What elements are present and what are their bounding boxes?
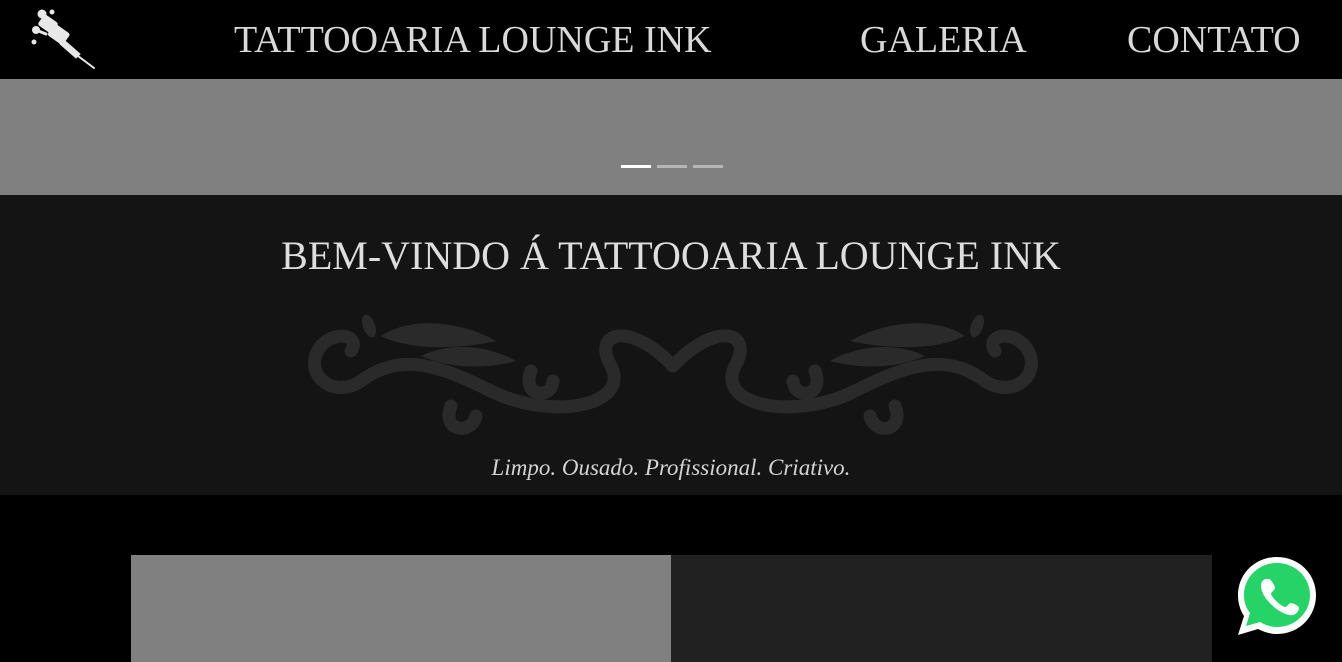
feature-card-text	[671, 555, 1212, 662]
welcome-section: BEM-VINDO Á TATTOOARIA LOUNGE INK Limpo.…	[0, 195, 1342, 495]
nav-link-contato[interactable]: CONTATO	[1127, 18, 1301, 62]
carousel-indicator-3[interactable]	[693, 165, 723, 168]
feature-card-image	[131, 555, 671, 662]
nav-link-galeria[interactable]: GALERIA	[860, 18, 1027, 62]
hero-carousel	[0, 79, 1342, 195]
flourish-ornament-icon	[308, 314, 1038, 435]
nav-brand-link[interactable]: TATTOOARIA LOUNGE INK	[234, 18, 712, 62]
carousel-indicator-2[interactable]	[657, 165, 687, 168]
tattoo-machine-icon[interactable]	[28, 6, 98, 70]
whatsapp-icon[interactable]	[1234, 553, 1320, 639]
navbar: TATTOOARIA LOUNGE INK GALERIA CONTATO	[0, 0, 1342, 79]
carousel-indicators	[621, 165, 723, 168]
welcome-tagline: Limpo. Ousado. Profissional. Criativo.	[491, 455, 851, 480]
carousel-indicator-1[interactable]	[621, 165, 651, 168]
welcome-title: BEM-VINDO Á TATTOOARIA LOUNGE INK	[281, 233, 1061, 278]
